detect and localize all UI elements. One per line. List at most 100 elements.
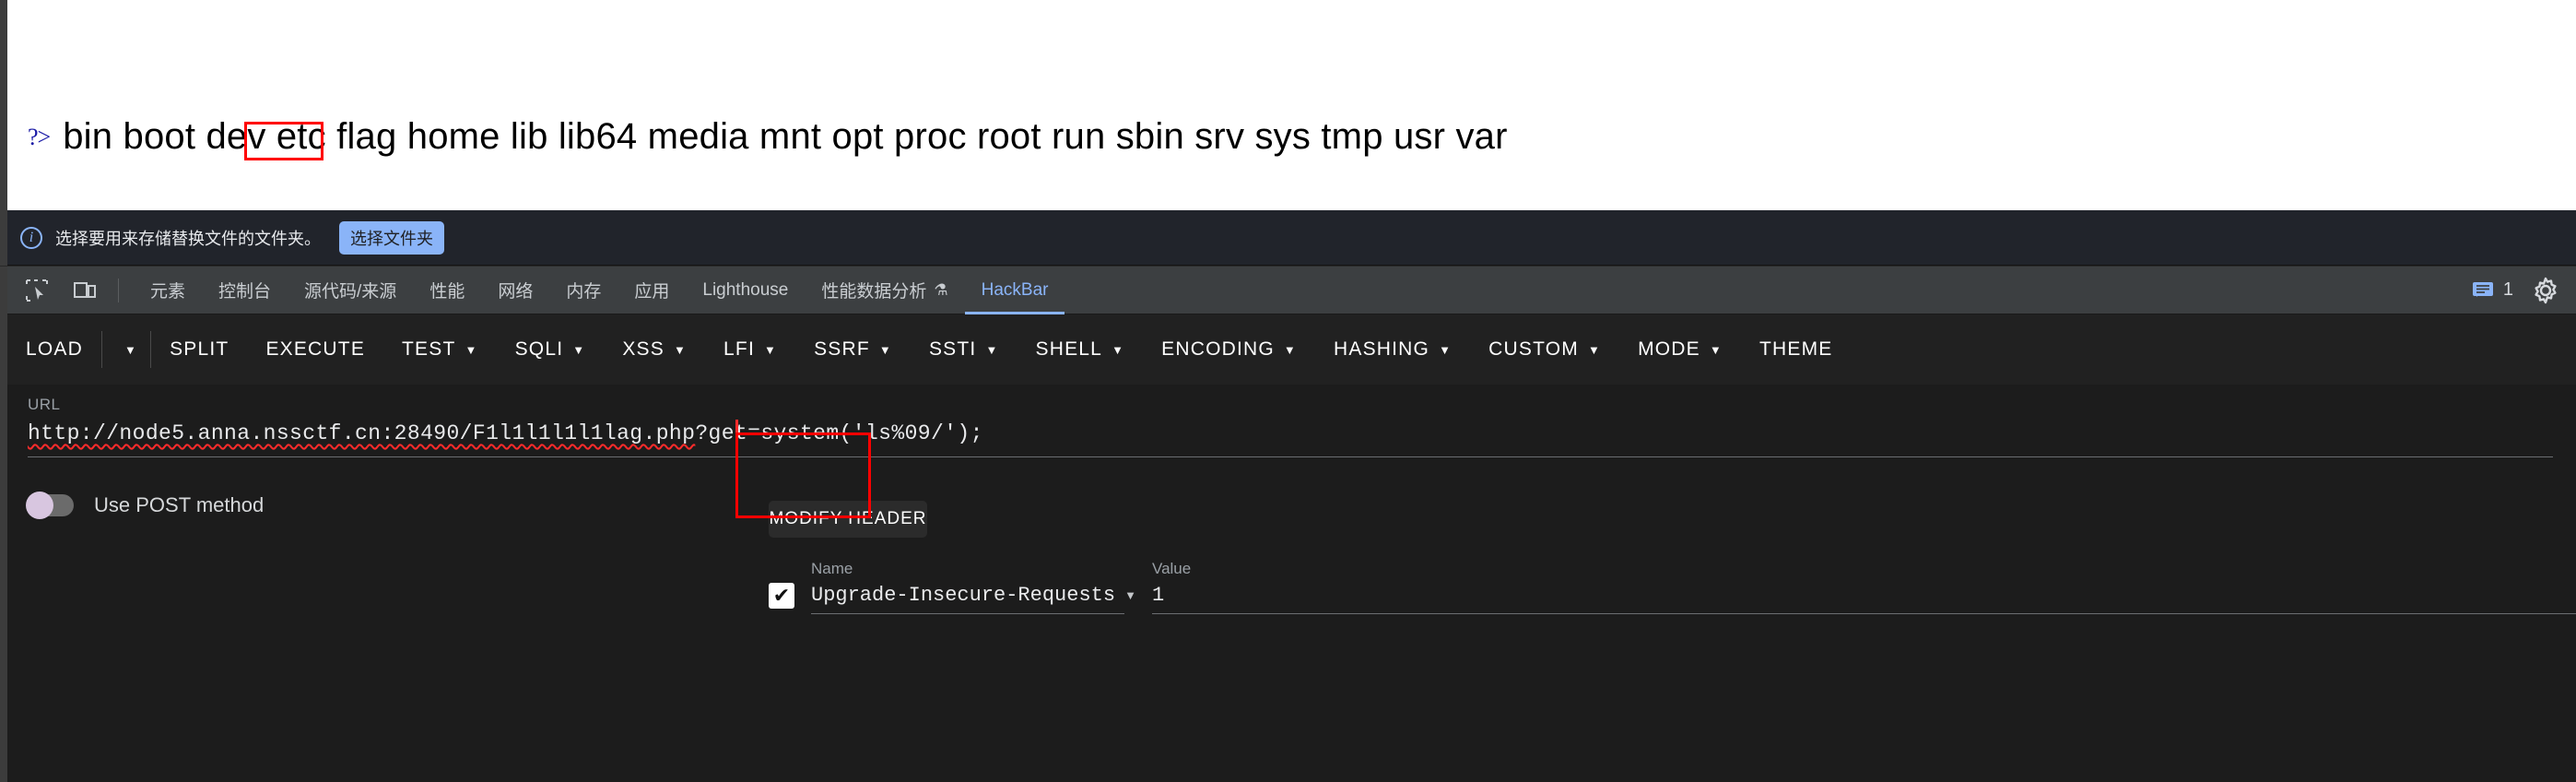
notification-left-edge [0, 209, 7, 266]
hackbar-lfi-menu[interactable]: LFI ▼ [705, 314, 795, 385]
chevron-down-icon: ▼ [465, 342, 478, 357]
button-label: LFI [723, 338, 755, 360]
chevron-down-icon: ▼ [878, 342, 892, 357]
browser-page-area: ?> bin boot dev etc flag home lib lib64 … [0, 0, 2576, 210]
tab-label: 源代码/来源 [304, 282, 397, 302]
devtools-panel: i 选择要用来存储替换文件的文件夹。 选择文件夹 元素 控制台 源代码/来源 性… [0, 209, 2576, 782]
tab-label: 应用 [634, 282, 670, 302]
use-post-method-toggle[interactable] [26, 492, 74, 519]
button-label: ENCODING [1161, 338, 1275, 360]
chevron-down-icon: ▼ [673, 342, 688, 357]
directory-listing-line: ?> bin boot dev etc flag home lib lib64 … [28, 116, 1508, 158]
hackbar-split-button[interactable]: SPLIT [151, 314, 247, 385]
use-post-method-label: Use POST method [94, 493, 265, 516]
chevron-down-icon: ▼ [1439, 342, 1453, 357]
chevron-down-icon: ▼ [763, 342, 778, 357]
header-enabled-checkbox[interactable]: ✔ [769, 583, 794, 609]
button-label: CUSTOM [1488, 338, 1579, 360]
button-label: MODE [1638, 338, 1700, 360]
chevron-down-icon: ▼ [572, 342, 586, 357]
chevron-down-icon: ▼ [1112, 342, 1125, 357]
text-cursor [735, 420, 738, 449]
devtools-tab-strip: 元素 控制台 源代码/来源 性能 网络 内存 应用 Lighthouse 性能数… [0, 266, 2576, 314]
hackbar-sqli-menu[interactable]: SQLI ▼ [497, 314, 605, 385]
page-left-border [0, 0, 7, 210]
hackbar-ssti-menu[interactable]: SSTI ▼ [911, 314, 1017, 385]
tabstrip-left-edge [0, 266, 7, 314]
button-label: EXECUTE [265, 338, 366, 360]
hackbar-load-button[interactable]: LOAD [7, 314, 101, 385]
tab-performance-insights[interactable]: 性能数据分析 ⚗ [805, 267, 964, 314]
url-suffix-text: ?get=system('ls%09/'); [695, 421, 983, 445]
button-label: SSRF [814, 338, 870, 360]
button-label: SHELL [1035, 338, 1103, 360]
hackbar-ssrf-menu[interactable]: SSRF ▼ [795, 314, 911, 385]
hackbar-toolbar: LOAD ▼ SPLIT EXECUTE TEST ▼ SQLI ▼ XSS ▼… [7, 314, 2576, 385]
tabstrip-right-controls: 1 [2472, 277, 2576, 304]
header-name-select[interactable]: Upgrade-Insecure-Requests ▼ [811, 584, 1136, 614]
xml-processing-instruction-icon: ?> [28, 124, 51, 150]
hackbar-mode-menu[interactable]: MODE ▼ [1619, 314, 1741, 385]
chevron-down-icon: ▼ [1124, 588, 1136, 602]
chevron-down-icon: ▼ [985, 342, 999, 357]
toggle-knob [26, 492, 53, 519]
header-value-input[interactable]: 1 [1152, 584, 2576, 614]
url-input[interactable]: http://node5.anna.nssctf.cn:28490/F1l1l1… [28, 421, 2516, 445]
tab-application[interactable]: 应用 [618, 267, 686, 314]
console-message-icon [2472, 281, 2493, 297]
notification-message: 选择要用来存储替换文件的文件夹。 [55, 229, 321, 248]
header-entry-row: ✔ Name Upgrade-Insecure-Requests ▼ Value… [769, 560, 2576, 614]
chevron-down-icon: ▼ [124, 342, 138, 357]
post-method-row: Use POST method [26, 492, 265, 519]
header-value-label: Value [1152, 560, 1192, 577]
hackbar-hashing-menu[interactable]: HASHING ▼ [1315, 314, 1470, 385]
experiment-flask-icon: ⚗ [934, 280, 948, 299]
tab-label: 内存 [566, 282, 602, 302]
chevron-down-icon: ▼ [1588, 342, 1602, 357]
tab-elements[interactable]: 元素 [134, 267, 202, 314]
tab-label: 网络 [498, 282, 534, 302]
tab-label: HackBar [981, 279, 1049, 300]
button-label: XSS [622, 338, 665, 360]
hackbar-body: URL http://node5.anna.nssctf.cn:28490/F1… [7, 385, 2576, 782]
header-name-column: Name Upgrade-Insecure-Requests ▼ [811, 560, 1136, 614]
hackbar-custom-menu[interactable]: CUSTOM ▼ [1470, 314, 1619, 385]
hackbar-load-dropdown[interactable]: ▼ [102, 314, 150, 385]
device-toolbar-icon[interactable] [66, 272, 103, 309]
inspect-element-icon[interactable] [18, 272, 55, 309]
hackbar-theme-menu[interactable]: THEME [1741, 314, 1852, 385]
header-value-column: Value 1 [1152, 560, 2576, 614]
button-label: SQLI [514, 338, 564, 360]
hackbar-panel: LOAD ▼ SPLIT EXECUTE TEST ▼ SQLI ▼ XSS ▼… [0, 314, 2576, 782]
tab-memory[interactable]: 内存 [549, 267, 618, 314]
modify-header-button[interactable]: MODIFY HEADER [769, 501, 927, 538]
tab-label: 性能 [429, 282, 465, 302]
button-label: LOAD [26, 338, 83, 360]
tab-network[interactable]: 网络 [481, 267, 549, 314]
header-name-label: Name [811, 560, 853, 577]
tab-label: 性能数据分析 [821, 282, 927, 302]
hackbar-execute-button[interactable]: EXECUTE [247, 314, 383, 385]
hackbar-encoding-menu[interactable]: ENCODING ▼ [1143, 314, 1315, 385]
select-folder-button[interactable]: 选择文件夹 [339, 220, 444, 255]
devtools-notification-bar: i 选择要用来存储替换文件的文件夹。 选择文件夹 [0, 209, 2576, 266]
tab-console[interactable]: 控制台 [202, 267, 288, 314]
info-icon: i [20, 226, 42, 249]
tab-performance[interactable]: 性能 [413, 267, 481, 314]
console-message-badge[interactable]: 1 [2472, 279, 2513, 301]
hackbar-shell-menu[interactable]: SHELL ▼ [1017, 314, 1144, 385]
hackbar-test-menu[interactable]: TEST ▼ [383, 314, 497, 385]
directory-listing-text: bin boot dev etc flag home lib lib64 med… [63, 116, 1508, 157]
tab-hackbar[interactable]: HackBar [965, 267, 1065, 314]
hackbar-left-edge [0, 314, 7, 782]
tab-sources[interactable]: 源代码/来源 [288, 267, 413, 314]
hackbar-xss-menu[interactable]: XSS ▼ [604, 314, 705, 385]
header-name-value: Upgrade-Insecure-Requests [811, 584, 1116, 607]
button-label: THEME [1759, 338, 1833, 360]
screenshot-root: ?> bin boot dev etc flag home lib lib64 … [0, 0, 2576, 782]
url-input-underline [28, 456, 2553, 457]
tab-lighthouse[interactable]: Lighthouse [686, 267, 805, 314]
button-label: SPLIT [170, 338, 229, 360]
url-prefix-text: http://node5.anna.nssctf.cn:28490/F1l1l1… [28, 421, 696, 445]
gear-icon[interactable] [2532, 277, 2559, 304]
